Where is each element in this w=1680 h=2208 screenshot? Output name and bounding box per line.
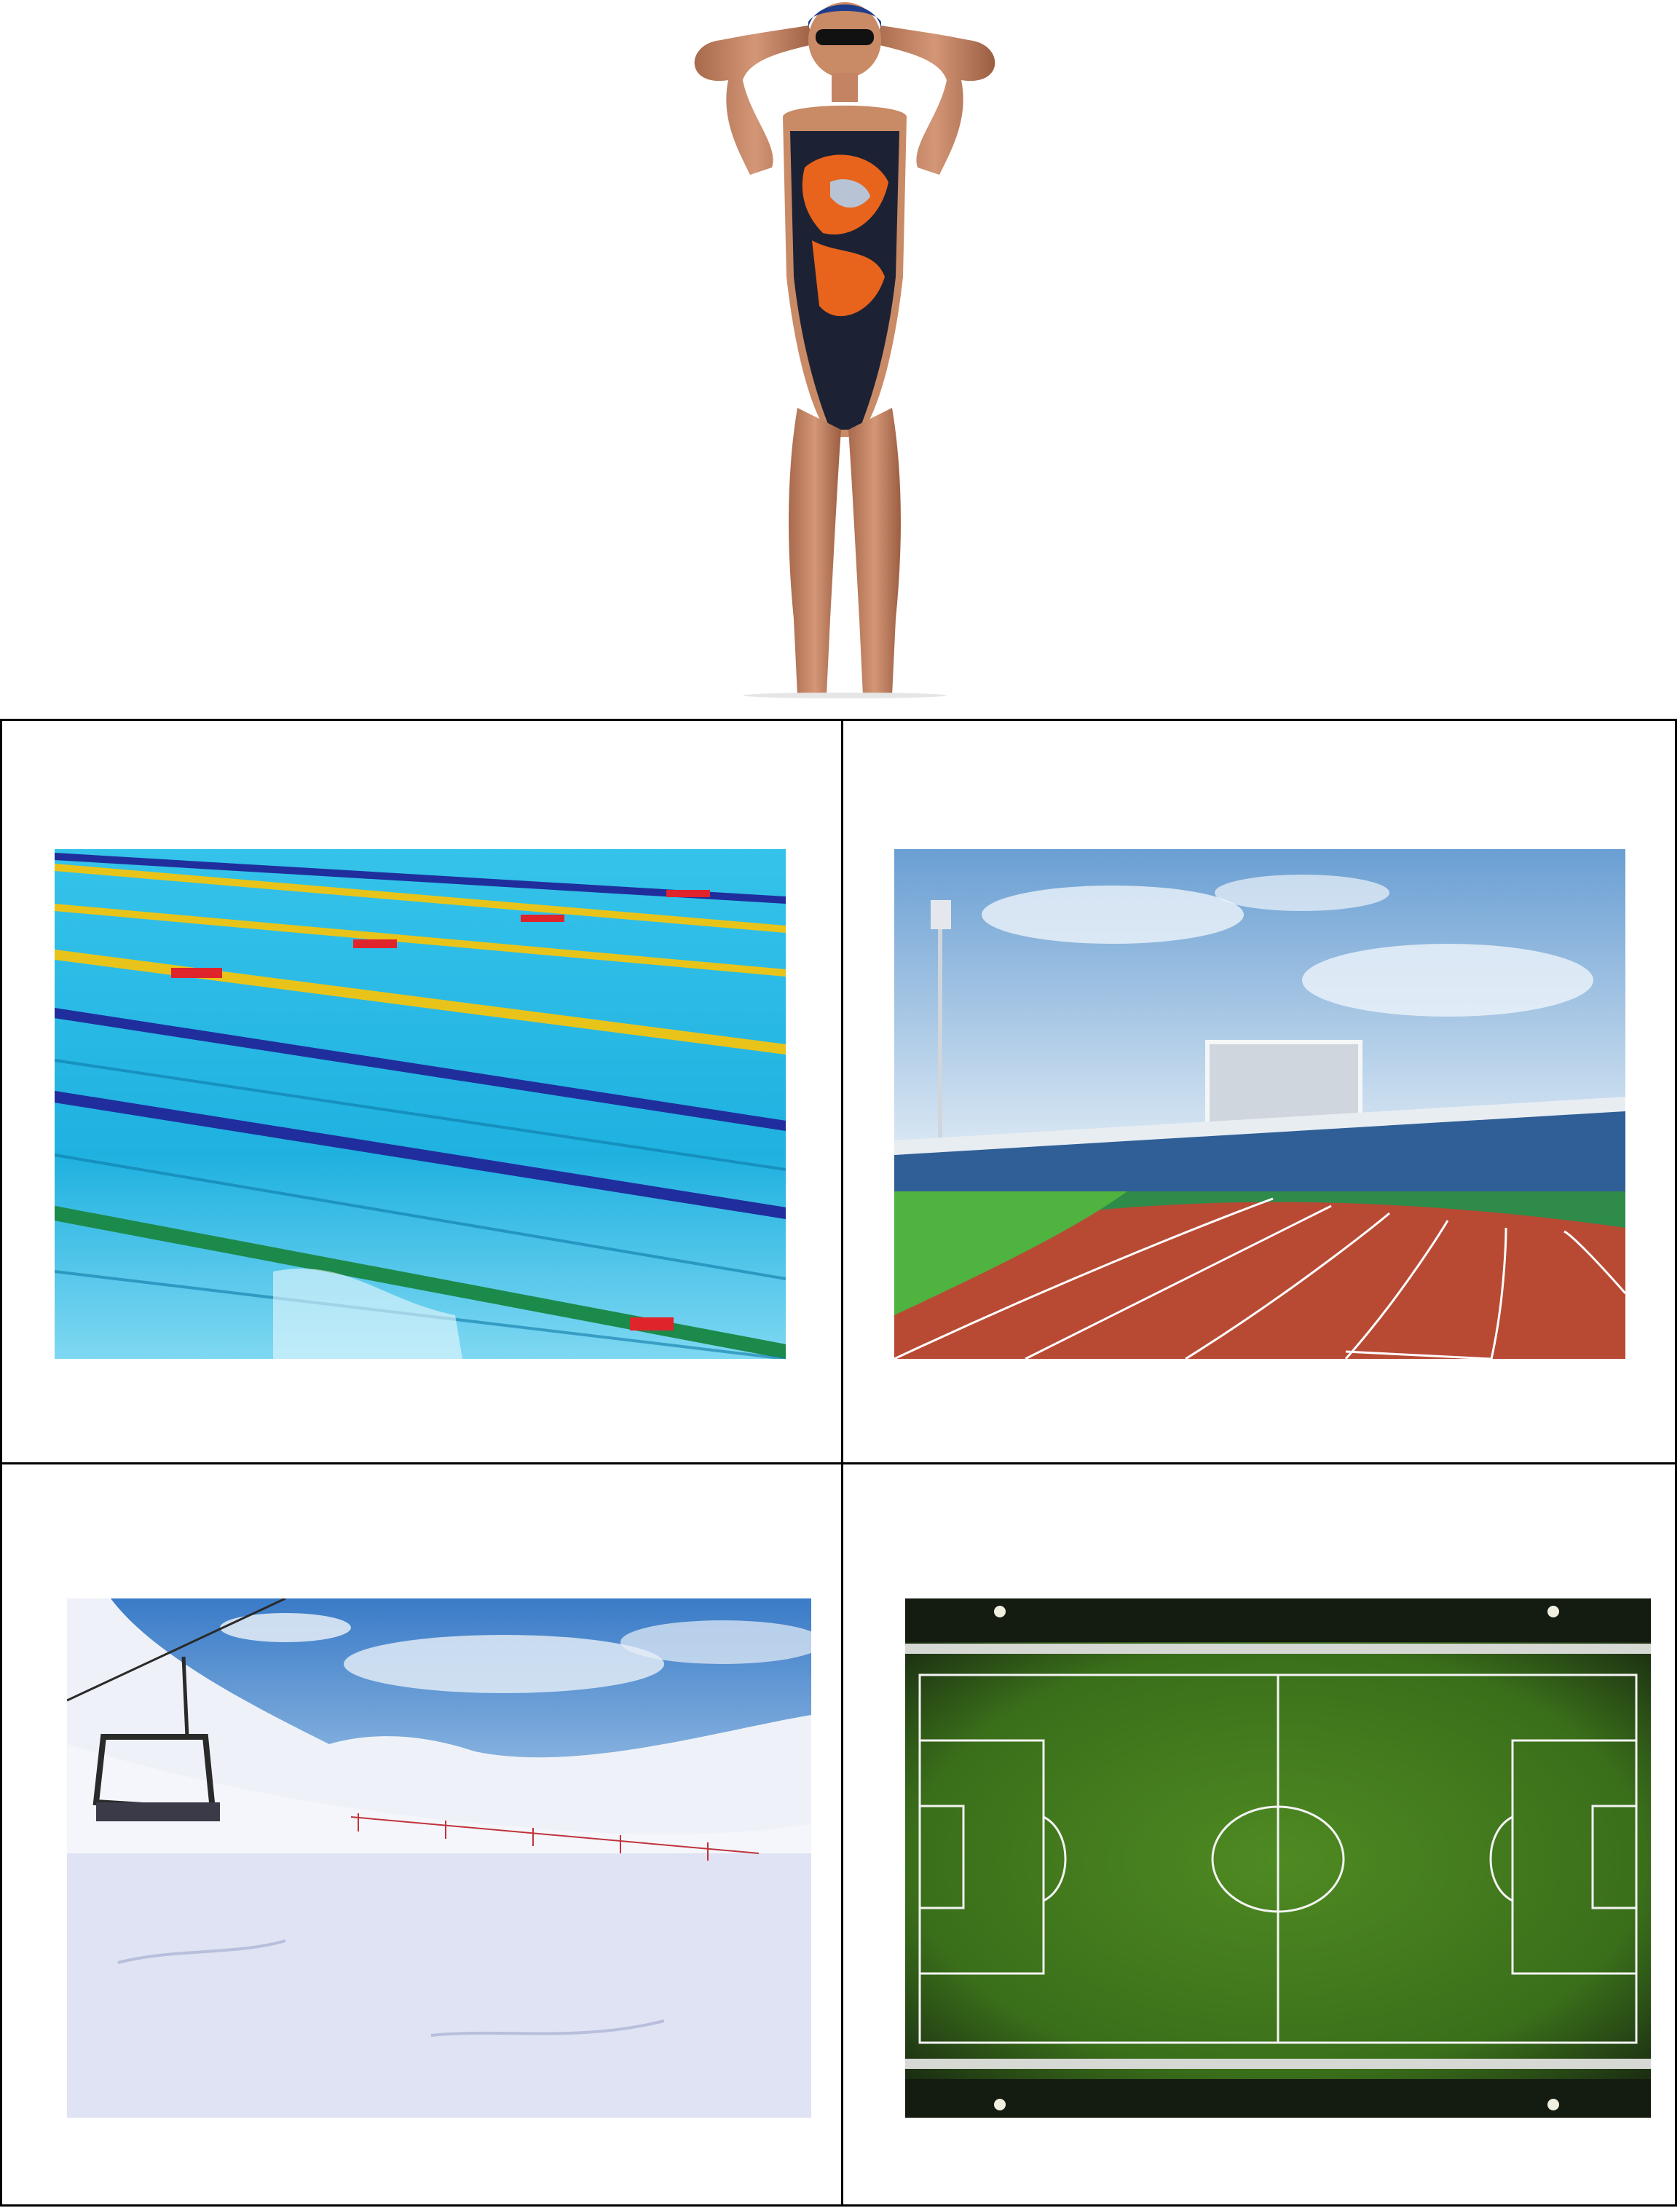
running-track-image (894, 849, 1625, 1359)
ski-slope-image (67, 1598, 811, 2118)
field-icon (905, 1598, 1651, 2118)
swimming-pool-image (55, 849, 786, 1359)
swimmer-icon (694, 2, 995, 698)
swimmer-image (641, 0, 1049, 699)
grid-divider-horizontal (2, 1462, 1675, 1464)
ski-icon (67, 1598, 811, 2118)
soccer-field-image (905, 1598, 1651, 2118)
track-icon (894, 849, 1625, 1359)
pool-icon (55, 849, 786, 1359)
